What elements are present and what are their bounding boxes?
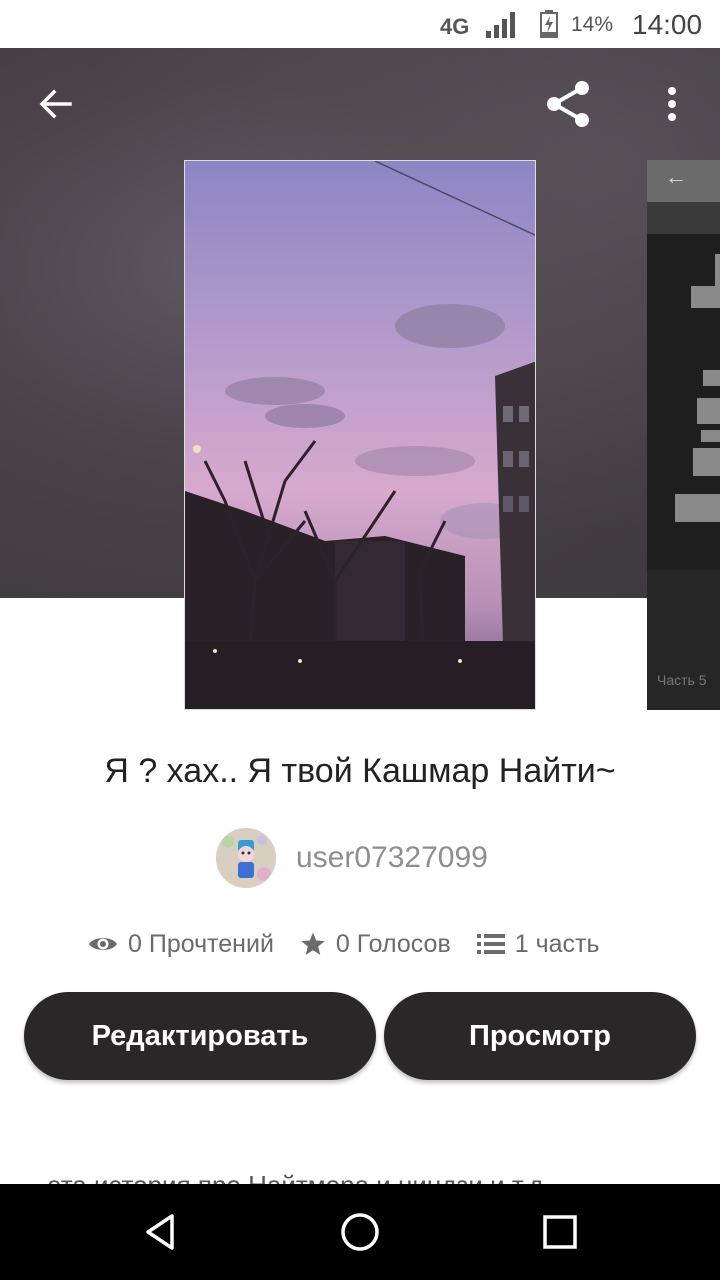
- cover-image: [185, 161, 535, 709]
- votes-stat: 0 Голосов: [300, 930, 451, 959]
- back-arrow-icon: [39, 89, 72, 119]
- back-arrow-icon: ←: [665, 164, 687, 189]
- next-story-cover[interactable]: ← Часть 5: [647, 160, 720, 710]
- author-username: user07327099: [296, 841, 488, 874]
- reads-stat: 0 Прочтений: [88, 930, 274, 959]
- parts-stat: 1 часть: [476, 929, 600, 959]
- signal-icon: [486, 12, 515, 38]
- story-cover[interactable]: [184, 160, 536, 710]
- network-type: 4G: [440, 14, 470, 39]
- nav-recents-button[interactable]: [530, 1202, 590, 1262]
- next-cover-label: Часть 5: [657, 672, 707, 688]
- parts-count: 1 часть: [514, 929, 600, 958]
- battery-icon: [540, 10, 558, 38]
- clock: 14:00: [632, 9, 703, 40]
- status-bar: 4G 14% 14:00: [0, 0, 720, 48]
- share-icon: [547, 81, 589, 127]
- nav-back-icon: [146, 1214, 174, 1250]
- story-title: Я ? хах.. Я твой Кашмар Найти~: [104, 752, 616, 790]
- nav-home-icon: [341, 1213, 379, 1251]
- more-vertical-icon: [668, 87, 676, 121]
- edit-button[interactable]: Редактировать: [24, 992, 376, 1080]
- nav-home-button[interactable]: [330, 1202, 390, 1262]
- story-stats: 0 Прочтений 0 Голосов 1 часть: [88, 926, 626, 962]
- view-button[interactable]: Просмотр: [384, 992, 696, 1080]
- author-link[interactable]: user07327099: [216, 826, 488, 890]
- votes-count: 0 Голосов: [335, 929, 451, 958]
- nav-recents-icon: [543, 1215, 577, 1249]
- more-options-button[interactable]: [644, 76, 700, 132]
- battery-percent: 14%: [571, 13, 614, 36]
- star-icon: [301, 932, 325, 955]
- reads-count: 0 Прочтений: [128, 929, 274, 958]
- avatar: [216, 828, 276, 888]
- list-icon: [476, 934, 505, 954]
- eye-icon: [89, 938, 117, 950]
- share-button[interactable]: [540, 76, 596, 132]
- back-button[interactable]: [28, 76, 84, 132]
- system-nav-bar: [0, 1184, 720, 1280]
- nav-back-button[interactable]: [130, 1202, 190, 1262]
